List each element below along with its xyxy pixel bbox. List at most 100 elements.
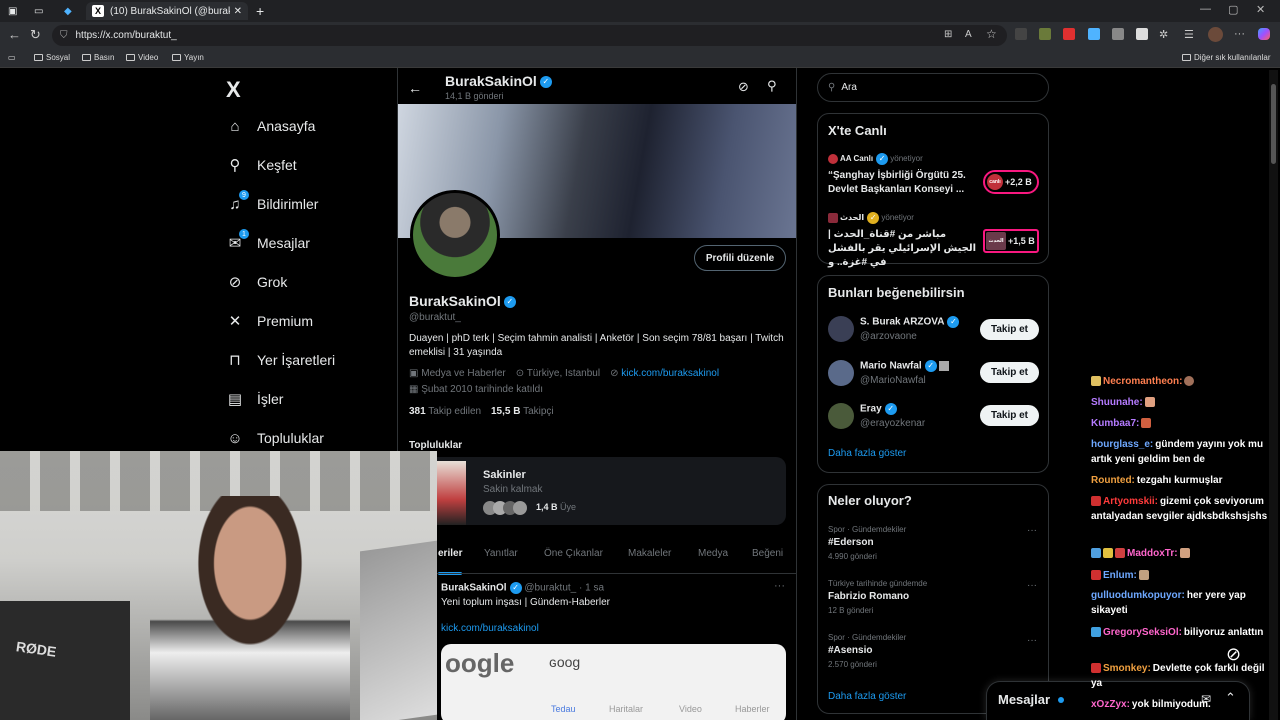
maximize-icon[interactable]: ▢: [1228, 3, 1238, 16]
link-text[interactable]: kick.com/buraksakinol: [621, 368, 719, 379]
avatar[interactable]: [828, 316, 854, 342]
show-more-link[interactable]: Daha fazla göster: [828, 448, 906, 459]
trend-name[interactable]: #Asensio: [828, 645, 872, 656]
extension-icon[interactable]: [1136, 28, 1148, 40]
live-item-text[interactable]: “Şanghay İşbirliği Örgütü 25. Devlet Baş…: [828, 169, 978, 197]
trend-more-icon[interactable]: ···: [1027, 635, 1037, 646]
extensions-puzzle-icon[interactable]: ✲: [1159, 28, 1168, 41]
following-stat[interactable]: 381 Takip edilen: [409, 406, 481, 417]
live-item-text[interactable]: مباشر من #قناة_الحدث | الجيش الإسرائيلي …: [828, 228, 978, 270]
grok-profile-icon[interactable]: ⊘: [738, 79, 749, 95]
post-author[interactable]: BurakSakinOl: [441, 583, 507, 594]
profile-avatar-icon[interactable]: [1208, 27, 1223, 42]
back-arrow-icon[interactable]: ←: [408, 80, 422, 96]
favorite-star-icon[interactable]: ☆: [986, 27, 997, 41]
trend-name[interactable]: Fabrizio Romano: [828, 591, 909, 602]
copilot-icon[interactable]: [1258, 28, 1270, 40]
tab-highlights[interactable]: Öne Çıkanlar: [544, 548, 603, 559]
minimize-icon[interactable]: —: [1200, 3, 1211, 15]
bookmark-folder-sosyal[interactable]: Sosyal: [34, 53, 70, 62]
avatar[interactable]: [828, 403, 854, 429]
extension-icon[interactable]: [1039, 28, 1051, 40]
profile-link[interactable]: ⊘ kick.com/buraksakinol: [610, 368, 719, 379]
refresh-icon[interactable]: ↻: [30, 27, 41, 43]
follow-button[interactable]: Takip et: [980, 405, 1039, 426]
site-info-icon[interactable]: ⛉: [60, 30, 68, 41]
extension-icon[interactable]: [1112, 28, 1124, 40]
back-icon[interactable]: ←: [8, 27, 21, 42]
nav-item-home[interactable]: ⌂ Anasayfa: [226, 117, 315, 135]
read-mode-icon[interactable]: ⊞: [944, 29, 952, 40]
x-logo-icon[interactable]: X: [226, 77, 241, 103]
scrollbar-thumb[interactable]: [1271, 84, 1276, 164]
suggest-name-text[interactable]: Eray: [860, 404, 882, 415]
nav-item-jobs[interactable]: ▤ İşler: [226, 390, 284, 408]
search-profile-icon[interactable]: ⚲: [767, 78, 777, 94]
extension-icon[interactable]: [1015, 28, 1027, 40]
tab-media[interactable]: Medya: [698, 548, 728, 559]
post-time[interactable]: · 1 sa: [579, 583, 604, 594]
edit-profile-button[interactable]: Profili düzenle: [694, 245, 786, 271]
trends-title: Neler oluyor?: [828, 493, 912, 508]
search-box[interactable]: ⚲ Ara: [817, 73, 1049, 102]
page-scrollbar[interactable]: [1269, 70, 1278, 720]
folder-icon: [34, 54, 43, 61]
profile-avatar[interactable]: [410, 190, 500, 280]
followers-stat[interactable]: 15,5 B Takipçi: [491, 406, 554, 417]
favorites-icon[interactable]: ☰: [1184, 28, 1194, 41]
trend-name[interactable]: #Ederson: [828, 537, 874, 548]
tab-actions-icon[interactable]: ▭: [34, 2, 43, 20]
bookmark-folder-other[interactable]: Diğer sık kullanılanlar: [1182, 53, 1270, 62]
chat-username: Smonkey:: [1103, 663, 1151, 674]
follow-button[interactable]: Takip et: [980, 319, 1039, 340]
trend-more-icon[interactable]: ···: [1027, 580, 1037, 591]
live-join-button[interactable]: canlı +2,2 B: [983, 170, 1039, 194]
chat-message: GregorySeksiOl: biliyoruz anlattın: [1091, 625, 1269, 640]
suggest-name-text[interactable]: S. Burak ARZOVA: [860, 317, 944, 328]
nav-item-notifications[interactable]: ♫ 9 Bildirimler: [226, 190, 318, 213]
post-link[interactable]: kick.com/buraksakinol: [441, 623, 539, 634]
nav-item-bookmarks[interactable]: ⊓ Yer İşaretleri: [226, 351, 335, 369]
link-icon: ⊘: [610, 368, 622, 379]
bookmark-apps-icon[interactable]: ▭: [8, 53, 16, 62]
verified-badge-icon: ✓: [509, 582, 522, 594]
tab-posts[interactable]: eriler: [438, 548, 462, 559]
tab-articles[interactable]: Makaleler: [628, 548, 671, 559]
extension-icon[interactable]: [1063, 28, 1075, 40]
url-field[interactable]: ⛉ https://x.com/buraktut_: [52, 25, 1007, 46]
window-close-icon[interactable]: ✕: [1256, 3, 1265, 16]
extension-icon[interactable]: [1088, 28, 1100, 40]
bookmark-folder-yayin[interactable]: Yayın: [172, 53, 204, 62]
nav-item-grok[interactable]: ⊘ Grok: [226, 273, 288, 291]
nav-item-messages[interactable]: ✉ 1 Mesajlar: [226, 229, 310, 252]
show-more-link[interactable]: Daha fazla göster: [828, 691, 906, 702]
new-tab-button[interactable]: +: [256, 2, 264, 20]
suggest-name-text[interactable]: Mario Nawfal: [860, 361, 922, 372]
following-label: Takip edilen: [428, 406, 482, 417]
bookmark-folder-video[interactable]: Video: [126, 53, 158, 62]
bookmark-folder-basin[interactable]: Basın: [82, 53, 114, 62]
verified-badge-icon: ✓: [876, 153, 889, 165]
tab-likes[interactable]: Beğeni: [752, 548, 783, 559]
trend-more-icon[interactable]: ···: [1027, 525, 1037, 536]
chat-username: Shuunahe:: [1091, 397, 1143, 408]
suggest-name: Eray ✓: [860, 403, 897, 415]
read-aloud-icon[interactable]: A: [965, 29, 972, 40]
community-card[interactable]: Sakinler Sakin kalmak 1,4 B Üye: [428, 457, 786, 525]
workspaces-icon[interactable]: ▣: [8, 2, 17, 20]
tab-replies[interactable]: Yanıtlar: [484, 548, 518, 559]
chat-message: gulluodumkopuyor: her yere yap sikayeti: [1091, 588, 1269, 618]
more-menu-icon[interactable]: ···: [1234, 28, 1245, 40]
nav-item-premium[interactable]: ✕ Premium: [226, 312, 313, 330]
follow-button[interactable]: Takip et: [980, 362, 1039, 383]
live-join-button[interactable]: الحدث +1,5 B: [983, 229, 1039, 253]
post-more-icon[interactable]: ···: [774, 580, 785, 592]
pinned-tab-icon[interactable]: ◆: [64, 2, 72, 20]
tab-close-icon[interactable]: ✕: [234, 6, 242, 17]
tab-x-profile[interactable]: X (10) BurakSakinOl (@buraktut_) / ✕: [86, 2, 248, 20]
nav-item-communities[interactable]: ☺ Topluluklar: [226, 429, 324, 447]
nav-item-explore[interactable]: ⚲ Keşfet: [226, 156, 297, 174]
post-image[interactable]: oogle ɢoog Tedau Haritalar Video Haberle…: [441, 644, 786, 720]
avatar[interactable]: [828, 360, 854, 386]
x-premium-icon: ✕: [228, 313, 242, 330]
